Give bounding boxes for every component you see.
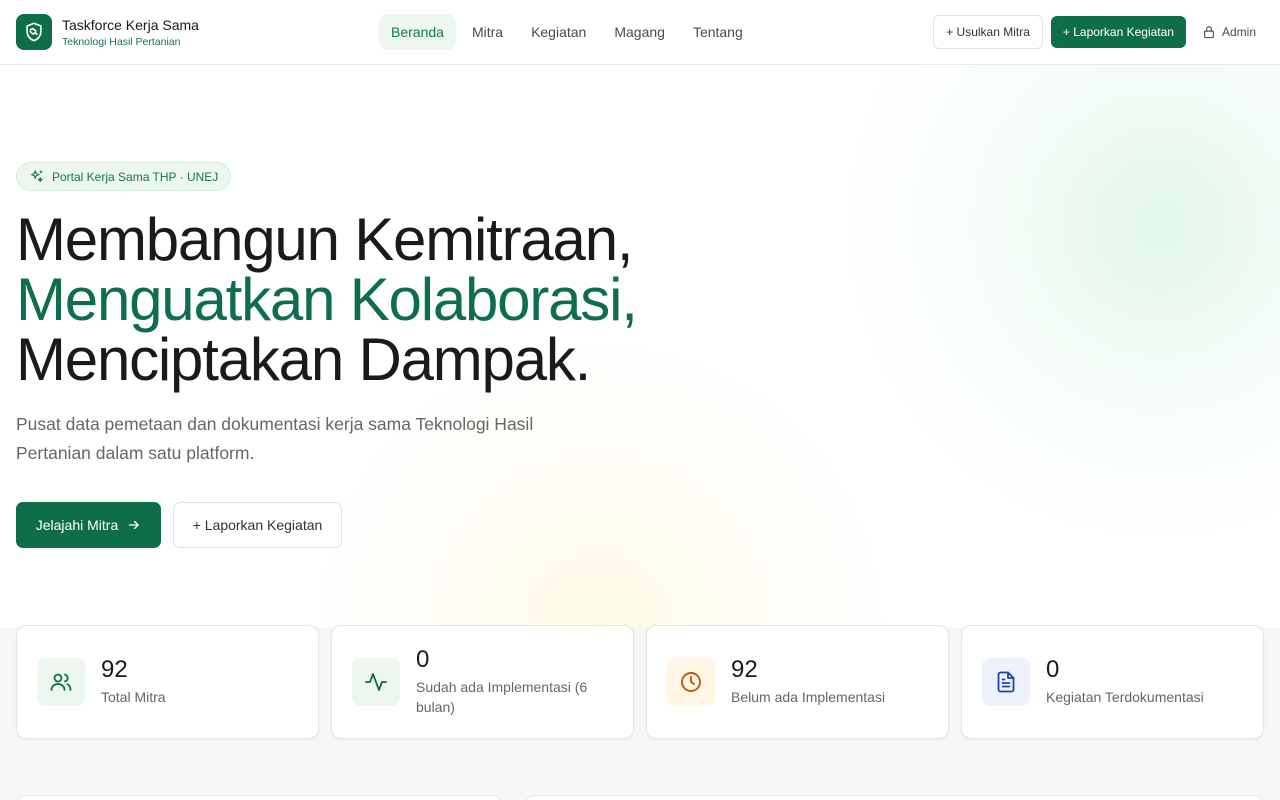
activity-icon [352, 658, 400, 706]
stat-label: Belum ada Implementasi [731, 689, 886, 705]
stat-label: Total Mitra [101, 689, 166, 705]
header-actions: + Usulkan Mitra + Laporkan Kegiatan Admi… [933, 15, 1256, 49]
top-navbar: Taskforce Kerja Sama Teknologi Hasil Per… [0, 0, 1280, 65]
nav-item-mitra[interactable]: Mitra [460, 14, 515, 50]
propose-partner-button[interactable]: + Usulkan Mitra [933, 15, 1043, 49]
stat-label: Sudah ada Implementasi (6 bulan) [416, 679, 588, 715]
nav-item-beranda[interactable]: Beranda [379, 14, 456, 50]
stat-card-not-implemented: 92 Belum ada Implementasi [646, 625, 949, 739]
hero-headline: Membangun Kemitraan, Menguatkan Kolabora… [16, 206, 638, 393]
brand-title: Taskforce Kerja Sama [62, 16, 199, 33]
stats-section: 92 Total Mitra 0 Sudah ada Implementasi … [0, 625, 1280, 800]
users-icon [37, 658, 85, 706]
admin-label: Admin [1221, 25, 1256, 39]
brand[interactable]: Taskforce Kerja Sama Teknologi Hasil Per… [16, 14, 199, 50]
clock-icon [667, 658, 715, 706]
nav-item-magang[interactable]: Magang [602, 14, 677, 50]
report-activity-button[interactable]: + Laporkan Kegiatan [1050, 16, 1186, 48]
arrow-right-icon [128, 520, 139, 530]
stat-value: 92 [731, 656, 758, 683]
explore-partners-label: Jelajahi Mitra [35, 517, 119, 533]
headline-line-3: Menciptakan Dampak. [16, 326, 591, 393]
section-card [524, 795, 1264, 800]
stat-value: 92 [101, 656, 128, 683]
stat-card-implemented: 0 Sudah ada Implementasi (6 bulan) [331, 625, 634, 739]
section-card [16, 795, 502, 800]
main-nav: Beranda Mitra Kegiatan Magang Tentang [379, 14, 755, 50]
sparkles-icon [30, 170, 43, 183]
stat-value: 0 [1046, 656, 1060, 683]
admin-login-link[interactable]: Admin [1202, 25, 1256, 39]
headline-line-2: Menguatkan Kolaborasi, [16, 266, 638, 333]
lock-icon [1204, 26, 1214, 39]
nav-item-tentang[interactable]: Tentang [681, 14, 755, 50]
hero-lead: Pusat data pemetaan dan dokumentasi kerj… [16, 414, 534, 463]
handshake-shield-icon [16, 14, 52, 50]
stat-card-total-mitra: 92 Total Mitra [16, 625, 319, 739]
portal-badge-label: Portal Kerja Sama THP · UNEJ [52, 169, 219, 184]
stat-card-documented: 0 Kegiatan Terdokumentasi [961, 625, 1264, 739]
hero-report-activity-button[interactable]: + Laporkan Kegiatan [173, 502, 342, 548]
document-icon [982, 658, 1030, 706]
portal-badge: Portal Kerja Sama THP · UNEJ [16, 162, 232, 191]
headline-line-1: Membangun Kemitraan, [16, 206, 634, 273]
nav-item-kegiatan[interactable]: Kegiatan [519, 14, 598, 50]
explore-partners-button[interactable]: Jelajahi Mitra [16, 502, 161, 548]
stat-label: Kegiatan Terdokumentasi [1046, 689, 1204, 705]
hero-section: Portal Kerja Sama THP · UNEJ Membangun K… [0, 65, 1280, 628]
brand-subtitle: Teknologi Hasil Pertanian [62, 35, 181, 48]
stat-value: 0 [416, 646, 430, 673]
